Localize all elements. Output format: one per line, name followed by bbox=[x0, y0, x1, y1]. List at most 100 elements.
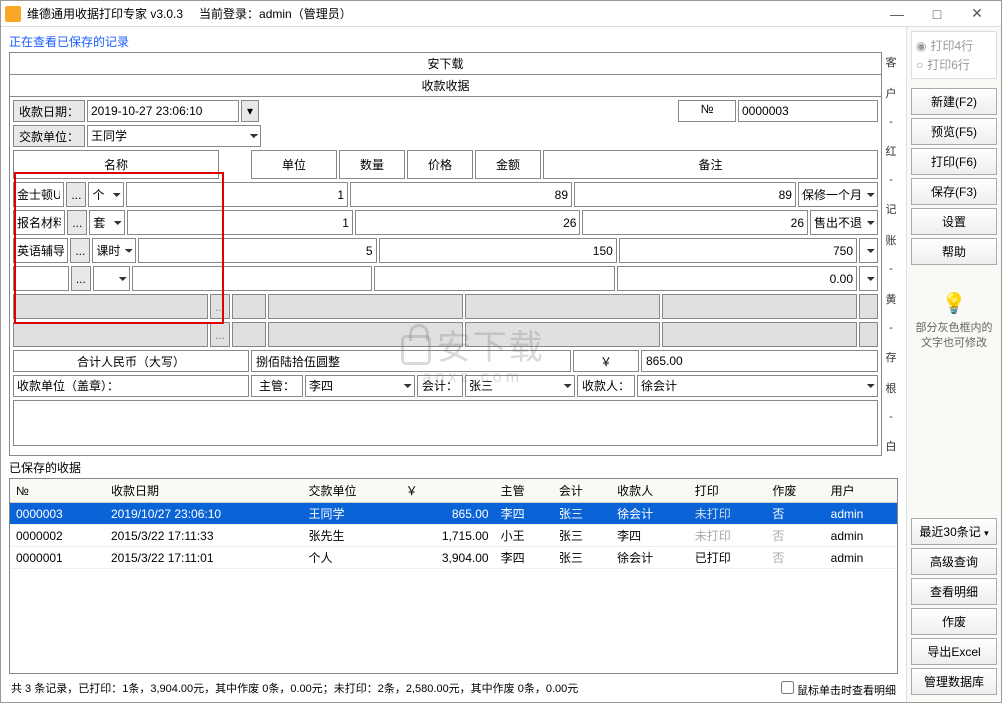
item-lookup-button[interactable]: ... bbox=[67, 210, 87, 235]
item-amount-input[interactable] bbox=[574, 182, 796, 207]
close-button[interactable]: ✕ bbox=[957, 2, 997, 26]
table-header[interactable]: 作废 bbox=[766, 479, 824, 503]
disabled-cell bbox=[859, 322, 878, 347]
table-header[interactable]: 收款人 bbox=[611, 479, 689, 503]
action-button[interactable]: 查看明细 bbox=[911, 578, 997, 605]
col-name-header: 名称 bbox=[13, 150, 219, 179]
memo-area[interactable] bbox=[13, 400, 878, 446]
action-button[interactable]: 保存(F3) bbox=[911, 178, 997, 205]
payer-select[interactable]: 王同学 bbox=[87, 125, 261, 147]
item-unit-select[interactable] bbox=[93, 266, 130, 291]
disabled-cell bbox=[662, 322, 857, 347]
col-price-header: 价格 bbox=[407, 150, 473, 179]
table-header[interactable]: 会计 bbox=[553, 479, 611, 503]
item-lookup-button[interactable]: ... bbox=[66, 182, 86, 207]
disabled-cell bbox=[465, 294, 660, 319]
disabled-cell bbox=[859, 294, 878, 319]
item-unit-select[interactable]: 个 bbox=[88, 182, 124, 207]
action-button[interactable]: 高级查询 bbox=[911, 548, 997, 575]
total-amount[interactable] bbox=[641, 350, 878, 372]
item-name-input[interactable] bbox=[13, 210, 65, 235]
date-label-button[interactable]: 收款日期： bbox=[13, 100, 85, 122]
disabled-cell bbox=[13, 294, 208, 319]
print-6-lines-radio[interactable]: ○ 打印6行 bbox=[916, 55, 992, 74]
stamp-unit-label: 收款单位（盖章）： bbox=[13, 375, 249, 397]
item-lookup-button[interactable]: ... bbox=[71, 266, 91, 291]
item-unit-select[interactable]: 套 bbox=[89, 210, 125, 235]
item-lookup-button[interactable]: ... bbox=[70, 238, 90, 263]
item-lookup-button: ... bbox=[210, 322, 230, 347]
item-price-input[interactable] bbox=[355, 210, 581, 235]
table-header[interactable]: 主管 bbox=[495, 479, 553, 503]
disabled-cell bbox=[662, 294, 857, 319]
table-row[interactable]: 00000032019/10/27 23:06:10王同学865.00李四张三徐… bbox=[10, 503, 897, 525]
payer-label-button[interactable]: 交款单位： bbox=[13, 125, 85, 147]
accountant-select[interactable]: 张三 bbox=[465, 375, 575, 397]
payee-select[interactable]: 徐会计 bbox=[637, 375, 878, 397]
action-button[interactable]: 最近30条记 ▾ bbox=[911, 518, 997, 545]
table-row[interactable]: 00000012015/3/22 17:11:01个人3,904.00李四张三徐… bbox=[10, 547, 897, 569]
print-4-lines-radio[interactable]: ◉ 打印4行 bbox=[916, 36, 992, 55]
item-qty-input[interactable] bbox=[132, 266, 372, 291]
payee-label: 收款人： bbox=[577, 375, 635, 397]
item-price-input[interactable] bbox=[379, 238, 617, 263]
supervisor-select[interactable]: 李四 bbox=[305, 375, 415, 397]
saved-receipts-label: 已保存的收据 bbox=[9, 459, 898, 476]
table-row[interactable]: 00000022015/3/22 17:11:33张先生1,715.00小王张三… bbox=[10, 525, 897, 547]
col-unit-header: 单位 bbox=[251, 150, 337, 179]
table-header[interactable]: 收款日期 bbox=[105, 479, 303, 503]
item-qty-input[interactable] bbox=[126, 182, 348, 207]
item-name-input[interactable] bbox=[13, 266, 69, 291]
date-input[interactable] bbox=[87, 100, 239, 122]
disabled-cell bbox=[232, 322, 266, 347]
date-picker-button[interactable]: ▾ bbox=[241, 100, 259, 122]
disabled-cell bbox=[268, 322, 463, 347]
accountant-label: 会计： bbox=[417, 375, 463, 397]
number-label: № bbox=[678, 100, 736, 122]
receipt-title-2[interactable]: 收款收据 bbox=[10, 75, 881, 97]
table-header[interactable]: 用户 bbox=[825, 479, 897, 503]
side-label-strip: 客户-红-记账-黄-存根-白 bbox=[884, 52, 898, 456]
tip-text: 部分灰色框内的文字也可修改 bbox=[911, 321, 997, 352]
table-header[interactable]: ￥ bbox=[400, 479, 495, 503]
receipt-title-1[interactable]: 安下载 bbox=[10, 53, 881, 75]
action-button[interactable]: 帮助 bbox=[911, 238, 997, 265]
action-button[interactable]: 预览(F5) bbox=[911, 118, 997, 145]
print-lines-group: ◉ 打印4行 ○ 打印6行 bbox=[911, 31, 997, 79]
total-label: 合计人民币（大写） bbox=[13, 350, 249, 372]
item-name-input[interactable] bbox=[13, 182, 64, 207]
item-qty-input[interactable] bbox=[138, 238, 376, 263]
col-amount-header: 金额 bbox=[475, 150, 541, 179]
table-header[interactable]: 交款单位 bbox=[303, 479, 400, 503]
item-amount-input[interactable] bbox=[582, 210, 808, 235]
disabled-cell bbox=[465, 322, 660, 347]
footer-checkbox[interactable]: 鼠标单击时查看明细 bbox=[777, 678, 896, 698]
item-remark-select[interactable]: 售出不退 bbox=[810, 210, 878, 235]
col-qty-header: 数量 bbox=[339, 150, 405, 179]
table-header[interactable]: 打印 bbox=[689, 479, 767, 503]
disabled-cell bbox=[268, 294, 463, 319]
item-price-input[interactable] bbox=[374, 266, 614, 291]
action-button[interactable]: 打印(F6) bbox=[911, 148, 997, 175]
status-text: 正在查看已保存的记录 bbox=[9, 33, 898, 50]
item-unit-select[interactable]: 课时 bbox=[92, 238, 136, 263]
item-amount-input[interactable] bbox=[617, 266, 857, 291]
minimize-button[interactable]: — bbox=[877, 2, 917, 26]
item-qty-input[interactable] bbox=[127, 210, 353, 235]
action-button[interactable]: 作废 bbox=[911, 608, 997, 635]
table-header[interactable]: № bbox=[10, 479, 105, 503]
item-name-input[interactable] bbox=[13, 238, 68, 263]
saved-receipts-table[interactable]: №收款日期交款单位￥主管会计收款人打印作废用户 00000032019/10/2… bbox=[9, 478, 898, 674]
item-remark-select[interactable] bbox=[859, 266, 878, 291]
action-button[interactable]: 管理数据库 bbox=[911, 668, 997, 695]
number-input[interactable] bbox=[738, 100, 878, 122]
maximize-button[interactable]: □ bbox=[917, 2, 957, 26]
action-button[interactable]: 导出Excel bbox=[911, 638, 997, 665]
item-remark-select[interactable]: 保修一个月 bbox=[798, 182, 878, 207]
item-remark-select[interactable] bbox=[859, 238, 878, 263]
item-amount-input[interactable] bbox=[619, 238, 857, 263]
action-button[interactable]: 新建(F2) bbox=[911, 88, 997, 115]
item-price-input[interactable] bbox=[350, 182, 572, 207]
action-button[interactable]: 设置 bbox=[911, 208, 997, 235]
supervisor-label: 主管： bbox=[251, 375, 303, 397]
